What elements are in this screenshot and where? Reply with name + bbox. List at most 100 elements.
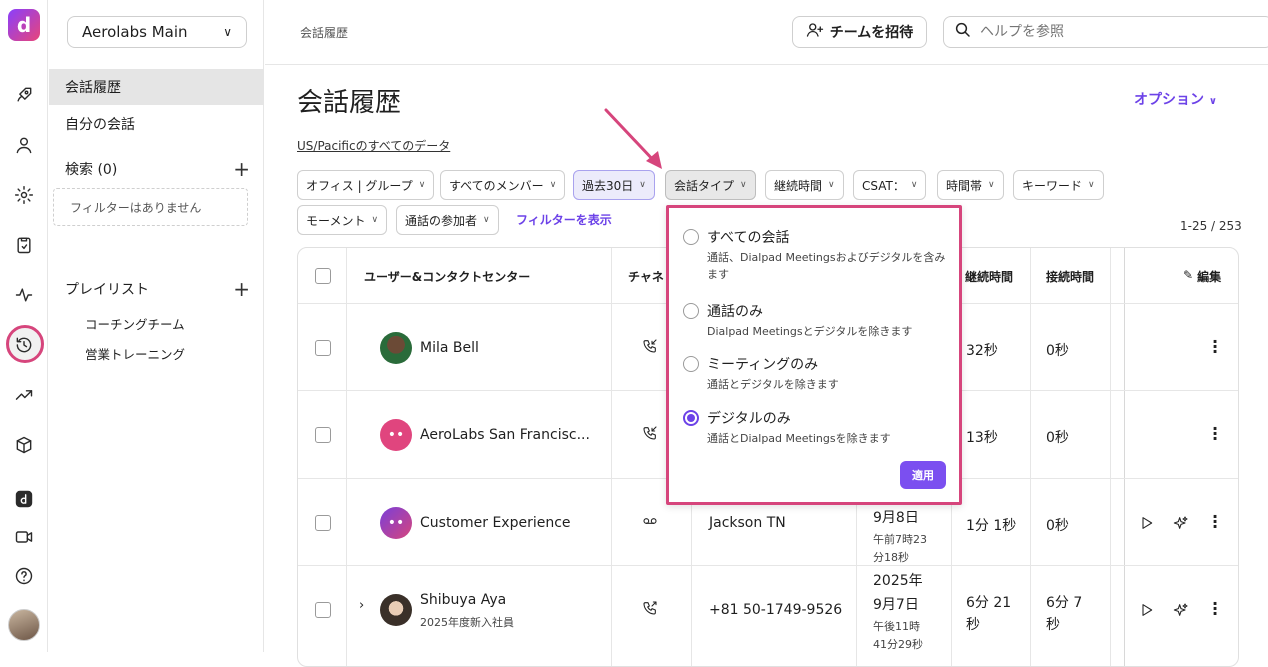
filter-label: 時間帯: [946, 178, 983, 193]
radio-meetings[interactable]: [683, 356, 699, 372]
no-filter-text: フィルターはありません: [70, 200, 202, 215]
ai-sparkle-icon[interactable]: [1173, 515, 1189, 535]
option-desc: 通話、Dialpad Meetingsおよびデジタルを含みます: [707, 251, 946, 281]
user-name[interactable]: Customer Experience: [420, 515, 571, 531]
time-value: 午後11時: [873, 620, 920, 633]
row-checkbox[interactable]: [315, 340, 331, 356]
contact-value[interactable]: +81 50-1749-9526: [709, 602, 842, 618]
header-divider: [265, 64, 1268, 65]
voicemail-icon: [642, 513, 658, 533]
avatar: [380, 594, 412, 626]
radio-all[interactable]: [683, 229, 699, 245]
option-desc: 通話とデジタルを除きます: [707, 378, 839, 391]
workspace-selector[interactable]: Aerolabs Main ∨: [67, 16, 247, 48]
filter-moment[interactable]: モーメント ∨: [297, 205, 388, 235]
radio-digital[interactable]: [683, 410, 699, 426]
option-title: ミーティングのみ: [707, 357, 819, 373]
apply-button[interactable]: 適用: [900, 461, 946, 489]
filter-label: 過去30日: [582, 178, 634, 193]
invite-team-button[interactable]: チームを招待: [792, 16, 927, 48]
contact-value[interactable]: Jackson TN: [709, 515, 786, 531]
filter-participants[interactable]: 通話の参加者 ∨: [396, 205, 499, 235]
options-label: オプション: [1134, 92, 1204, 108]
avatar: [380, 332, 412, 364]
app-logo[interactable]: d: [8, 9, 40, 41]
chevron-down-icon: ∨: [223, 25, 232, 39]
filter-label: 会話タイプ: [674, 178, 735, 193]
column-header-connect[interactable]: 接続時間: [1046, 268, 1094, 285]
sidebar-search-section: 検索 (0) +: [49, 151, 264, 187]
user-icon[interactable]: [12, 133, 36, 157]
play-icon[interactable]: [1139, 602, 1155, 622]
column-header-duration[interactable]: 継続時間: [965, 268, 1013, 285]
video-icon[interactable]: [12, 525, 36, 549]
rocket-icon[interactable]: [12, 83, 36, 107]
timezone-link[interactable]: US/Pacificのすべてのデータ: [297, 137, 450, 154]
filter-keyword[interactable]: キーワード ∨: [1013, 170, 1104, 200]
column-header-channel[interactable]: チャネ: [628, 268, 664, 285]
cube-icon[interactable]: [12, 433, 36, 457]
options-button[interactable]: オプション ∨: [1134, 89, 1217, 109]
radio-calls[interactable]: [683, 303, 699, 319]
incoming-call-icon: [642, 338, 658, 358]
help-search-input[interactable]: [980, 24, 1260, 40]
trending-icon[interactable]: [12, 383, 36, 407]
pencil-icon: ✎: [1183, 268, 1194, 282]
sidebar-item-my-conversations[interactable]: 自分の会話: [49, 106, 264, 142]
row-checkbox[interactable]: [315, 602, 331, 618]
connect-value: 0秒: [1046, 518, 1069, 534]
select-all-checkbox[interactable]: [315, 268, 331, 284]
more-icon[interactable]: · · ·: [1211, 596, 1219, 622]
playlist-item[interactable]: コーチングチーム: [85, 314, 185, 333]
dialpad-app-icon[interactable]: [12, 487, 36, 511]
playlist-item[interactable]: 営業トレーニング: [85, 344, 185, 363]
pulse-icon[interactable]: [12, 283, 36, 307]
user-name[interactable]: Mila Bell: [420, 340, 479, 356]
breadcrumb: 会話履歴: [300, 26, 349, 40]
show-filters-link[interactable]: フィルターを表示: [516, 211, 612, 228]
filter-label: CSAT：: [862, 178, 905, 193]
search-section-label: 検索 (0): [65, 162, 118, 178]
option-title: 通話のみ: [707, 304, 763, 320]
sidebar-playlist-section: プレイリスト +: [49, 271, 264, 307]
user-name[interactable]: AeroLabs San Francisc...: [420, 427, 590, 443]
date-value-cont: 9月7日: [873, 597, 919, 613]
clipboard-icon[interactable]: [12, 233, 36, 257]
more-icon[interactable]: · · ·: [1211, 421, 1219, 447]
filter-conversation-type[interactable]: 会話タイプ ∨: [665, 170, 756, 200]
user-group: 2025年度新入社員: [420, 616, 514, 629]
filter-timeslot[interactable]: 時間帯 ∨: [937, 170, 1004, 200]
filter-members[interactable]: すべてのメンバー ∨: [440, 170, 566, 200]
filter-label: 通話の参加者: [405, 213, 478, 228]
sidebar-item-history[interactable]: 会話履歴: [49, 69, 264, 105]
connect-value-cont: 秒: [1046, 617, 1060, 633]
help-icon[interactable]: [12, 564, 36, 588]
add-search-icon[interactable]: +: [233, 157, 250, 181]
add-user-icon: [806, 21, 824, 43]
play-icon[interactable]: [1139, 515, 1155, 535]
ai-sparkle-icon[interactable]: [1173, 602, 1189, 622]
gear-icon[interactable]: [12, 183, 36, 207]
connect-value: 6分 7: [1046, 595, 1083, 611]
help-search[interactable]: [943, 16, 1268, 48]
history-icon[interactable]: [12, 333, 36, 357]
more-icon[interactable]: · · ·: [1211, 334, 1219, 360]
chevron-down-icon: ∨: [828, 180, 835, 190]
more-icon[interactable]: · · ·: [1211, 509, 1219, 535]
edit-columns-button[interactable]: ✎ 編集: [1183, 268, 1221, 285]
invite-label: チームを招待: [829, 25, 914, 41]
column-header-user[interactable]: ユーザー&コンタクトセンター: [364, 268, 530, 285]
add-playlist-icon[interactable]: +: [233, 277, 250, 301]
expand-chevron-icon[interactable]: ›: [359, 598, 364, 613]
my-avatar[interactable]: [8, 609, 40, 641]
workspace-name: Aerolabs Main: [82, 23, 188, 41]
duration-value: 6分 21: [966, 595, 1012, 611]
filter-duration[interactable]: 継続時間 ∨: [765, 170, 844, 200]
row-checkbox[interactable]: [315, 515, 331, 531]
filter-label: キーワード: [1022, 178, 1083, 193]
row-checkbox[interactable]: [315, 427, 331, 443]
filter-csat[interactable]: CSAT： ∨: [853, 170, 927, 200]
user-name[interactable]: Shibuya Aya: [420, 592, 506, 608]
date-value: 9月8日: [873, 510, 919, 526]
filter-office[interactable]: オフィス | グループ ∨: [297, 170, 435, 200]
